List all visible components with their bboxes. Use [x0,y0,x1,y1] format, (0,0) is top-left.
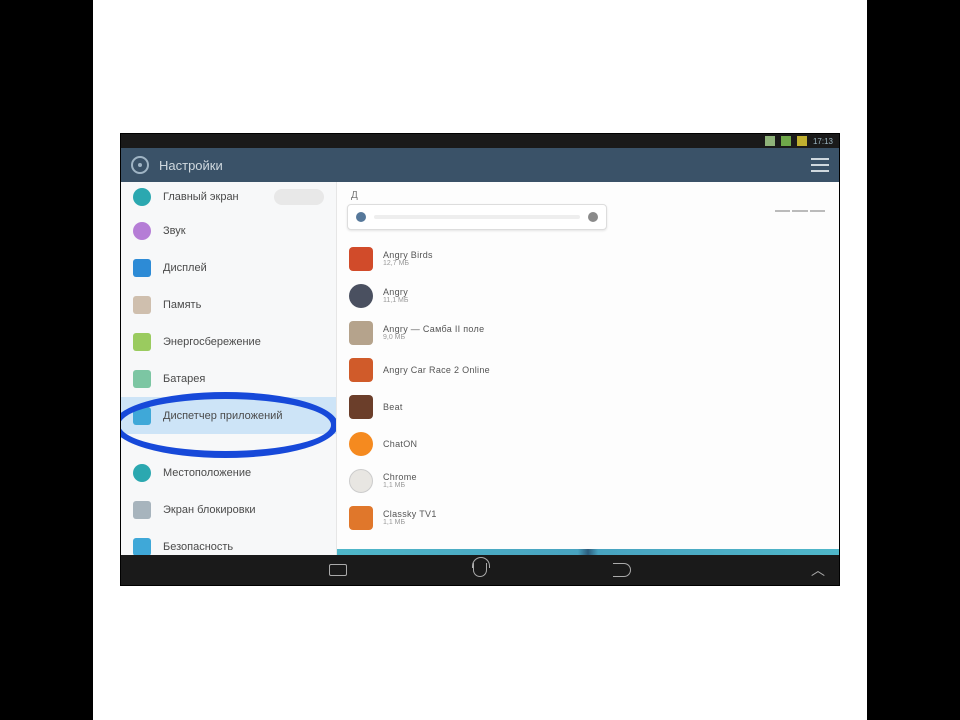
app-icon [349,506,373,530]
battery-icon [133,370,151,388]
nav-back-button[interactable] [611,562,633,578]
storage-icon [133,296,151,314]
app-row[interactable]: Beat [347,388,825,425]
wifi-icon [781,136,791,146]
sidebar-item-label: Энергосбережение [163,336,261,348]
nav-caret-icon[interactable]: ︿ [811,560,825,580]
sidebar-item-label: Диспетчер приложений [163,410,282,422]
sidebar-item-label: Безопасность [163,541,233,553]
sidebar-item-battery[interactable]: Батарея [121,360,336,397]
status-time: 17:13 [813,137,833,146]
menu-icon[interactable] [811,158,829,172]
app-icon [349,321,373,345]
app-name: Angry Car Race 2 Online [383,365,490,375]
apps-icon [133,407,151,425]
sidebar-item-powersave[interactable]: Энергосбережение [121,323,336,360]
sidebar-item-label: Дисплей [163,262,207,274]
sort-icon[interactable] [775,210,825,218]
sidebar-spacer [121,434,336,454]
app-icon [349,247,373,271]
navigation-bar: ︿ [121,555,839,585]
home-screen-icon [133,188,151,206]
app-icon [349,469,373,493]
app-list[interactable]: Angry Birds 12,7 МБ Angry 11,1 МБ [347,240,825,551]
sidebar-item-label: Экран блокировки [163,504,256,516]
app-icon [349,358,373,382]
settings-sidebar: Главный экран Звук Дисплей Память [121,182,337,555]
sidebar-item-display[interactable]: Дисплей [121,249,336,286]
status-bar: 17:13 [121,134,839,148]
app-size: 1,1 МБ [383,482,417,489]
app-name: Angry — Самба II поле [383,324,484,334]
sidebar-item-label: Звук [163,225,186,237]
app-name: Classky TV1 [383,509,437,519]
app-icon [349,284,373,308]
app-size: 12,7 МБ [383,260,433,267]
sidebar-item-lockscreen[interactable]: Экран блокировки [121,491,336,528]
sidebar-item-location[interactable]: Местоположение [121,454,336,491]
signal-icon [765,136,775,146]
app-title-bar: Настройки [121,148,839,182]
app-row[interactable]: ChatON [347,425,825,462]
location-icon [133,464,151,482]
page-background: 17:13 Настройки Главный экран Звук [93,0,867,720]
sidebar-item-label: Память [163,299,201,311]
app-name: Chrome [383,472,417,482]
app-size: 9,0 МБ [383,334,484,341]
app-name: Angry [383,287,408,297]
app-row[interactable]: Angry 11,1 МБ [347,277,825,314]
app-row[interactable]: Angry Birds 12,7 МБ [347,240,825,277]
app-row[interactable]: Angry — Самба II поле 9,0 МБ [347,314,825,351]
app-list-panel: Д Angry Birds 12,7 МБ [337,182,839,555]
tab-letter: Д [351,190,358,201]
app-name: Angry Birds [383,250,433,260]
sidebar-item-label: Главный экран [163,191,239,203]
app-icon [349,432,373,456]
sidebar-item-home-screen[interactable]: Главный экран [121,182,336,212]
app-name: ChatON [383,439,417,449]
content-area: Главный экран Звук Дисплей Память [121,182,839,555]
sidebar-item-sound[interactable]: Звук [121,212,336,249]
app-name: Beat [383,402,403,412]
battery-icon [797,136,807,146]
sidebar-item-security[interactable]: Безопасность [121,528,336,555]
nav-home-button[interactable] [469,562,491,578]
tablet-viewport: 17:13 Настройки Главный экран Звук [120,133,840,586]
app-row[interactable]: Chrome 1,1 МБ [347,462,825,499]
search-icon [356,212,366,222]
powersave-icon [133,333,151,351]
lockscreen-icon [133,501,151,519]
sidebar-item-app-manager[interactable]: Диспетчер приложений [121,397,336,434]
app-row[interactable]: Angry Car Race 2 Online [347,351,825,388]
toggle-pill[interactable] [274,189,324,205]
sidebar-item-label: Батарея [163,373,205,385]
sidebar-item-label: Местоположение [163,467,251,479]
nav-recent-button[interactable] [327,562,349,578]
app-size: 1,1 МБ [383,519,437,526]
mic-icon[interactable] [588,212,598,222]
sidebar-item-storage[interactable]: Память [121,286,336,323]
app-row[interactable]: Classky TV1 1,1 МБ [347,499,825,536]
app-title: Настройки [159,158,223,173]
display-icon [133,259,151,277]
app-icon [349,395,373,419]
search-bar[interactable] [347,204,607,230]
sound-icon [133,222,151,240]
search-input[interactable] [374,215,580,219]
security-icon [133,538,151,556]
app-size: 11,1 МБ [383,297,408,304]
settings-gear-icon [131,156,149,174]
